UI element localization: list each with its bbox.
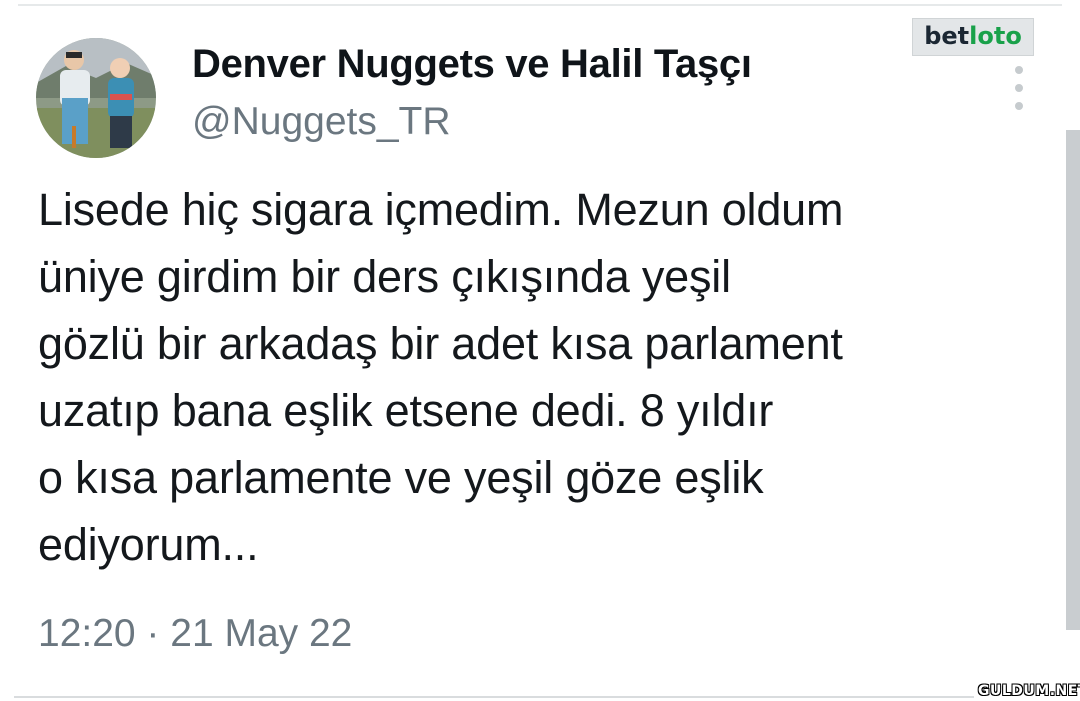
tweet-text-line: ediyorum...	[38, 519, 259, 570]
tweet-text-line: gözlü bir arkadaş bir adet kısa parlamen…	[38, 318, 843, 369]
avatar[interactable]	[36, 38, 156, 158]
tweet-text: Lisede hiç sigara içmedim. Mezun oldum ü…	[38, 176, 1058, 578]
scrollbar[interactable]	[1066, 130, 1080, 630]
watermark: GULDUM.NET	[978, 683, 1080, 699]
tweet-timestamp[interactable]: 12:20 · 21 May 22	[38, 612, 352, 656]
bottom-divider	[14, 696, 974, 698]
tweet-text-line: uzatıp bana eşlik etsene dedi. 8 yıldır	[38, 385, 774, 436]
more-dot	[1015, 102, 1023, 110]
tweet-text-line: üniye girdim bir ders çıkışında yeşil	[38, 251, 731, 302]
brand-logo-part-a: bet	[924, 22, 970, 50]
brand-logo-part-b: loto	[969, 22, 1022, 50]
more-dot	[1015, 84, 1023, 92]
top-divider	[18, 4, 1062, 6]
more-vertical-icon[interactable]	[1008, 66, 1030, 110]
brand-logo: betloto	[912, 18, 1034, 56]
author-name[interactable]: Denver Nuggets ve Halil Taşçı	[192, 42, 752, 87]
author-handle[interactable]: @Nuggets_TR	[192, 100, 451, 144]
avatar-photo	[36, 38, 156, 158]
more-dot	[1015, 66, 1023, 74]
tweet-text-line: o kısa parlamente ve yeşil göze eşlik	[38, 452, 764, 503]
tweet-text-line: Lisede hiç sigara içmedim. Mezun oldum	[38, 184, 844, 235]
